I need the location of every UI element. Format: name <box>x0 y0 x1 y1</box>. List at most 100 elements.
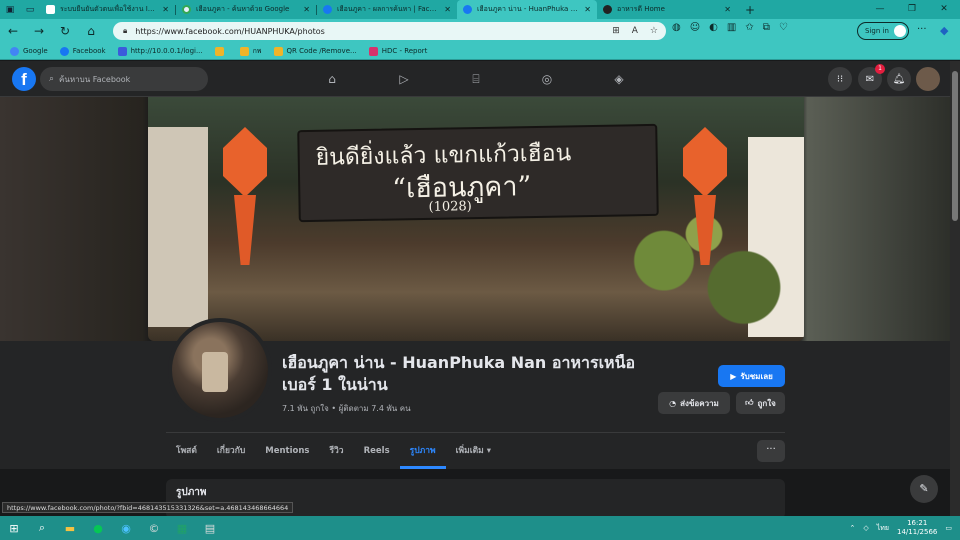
close-icon[interactable]: ✕ <box>724 5 731 14</box>
tab-about[interactable]: เกี่ยวกับ <box>207 433 255 469</box>
input-language[interactable]: ไทย <box>877 523 889 534</box>
menu-grid-icon[interactable]: ⁝⁝ <box>828 67 852 91</box>
refresh-icon[interactable]: ↻ <box>52 24 78 38</box>
favorites-icon[interactable]: ✩ <box>745 22 753 33</box>
facebook-search-input[interactable]: ⌕ ค้นหาบน Facebook <box>40 67 208 91</box>
bookmark-google[interactable]: Google <box>10 46 48 56</box>
system-clock[interactable]: 16:21 14/11/2566 <box>897 519 937 537</box>
notifications-icon[interactable]: ▭ <box>945 524 952 532</box>
close-icon[interactable]: ✕ <box>584 5 591 14</box>
browser-tab-label: เฮือนภูคา - ผลการค้นหา | Facebook <box>337 5 439 13</box>
browser-tab-label: เฮือนภูคา น่าน - HuanPhuka Nan อาหาร <box>477 5 579 13</box>
scrollbar-thumb[interactable] <box>952 71 958 221</box>
tab-photos[interactable]: รูปภาพ <box>399 433 446 469</box>
bookmark-hdc[interactable]: HDC - Report <box>368 46 428 56</box>
nav-watch-icon[interactable]: ▷ <box>368 61 440 97</box>
close-icon[interactable]: ✕ <box>444 5 451 14</box>
favorite-star-icon[interactable]: ☆ <box>650 26 658 36</box>
back-icon[interactable]: ← <box>0 24 26 38</box>
facebook-logo[interactable]: f <box>12 67 36 91</box>
browser-tab-5[interactable]: อาหารดี Home ✕ <box>597 0 737 19</box>
nav-marketplace-icon[interactable]: ⌸ <box>440 61 512 97</box>
bookmark-login[interactable]: http://10.0.0.1/logi... <box>117 46 203 56</box>
browser-tab-3[interactable]: เฮือนภูคา - ผลการค้นหา | Facebook ✕ <box>317 0 457 19</box>
windows-start-icon[interactable]: ⊞ <box>3 519 25 537</box>
page-title: เฮือนภูคา น่าน - HuanPhuka Nan อาหารเหนื… <box>282 353 636 394</box>
collections-icon[interactable]: ⧉ <box>763 22 770 33</box>
bookmark-label: HDC - Report <box>381 47 428 55</box>
app-c-icon[interactable]: © <box>143 519 165 537</box>
browser-tab-4-active[interactable]: เฮือนภูคา น่าน - HuanPhuka Nan อาหาร ✕ <box>457 0 597 19</box>
tab-posts[interactable]: โพสต์ <box>166 433 207 469</box>
watch-now-button[interactable]: ▶ รับชมเลย <box>718 365 785 387</box>
tab-reels[interactable]: Reels <box>354 433 400 469</box>
close-icon[interactable]: ✕ <box>162 5 169 14</box>
page-profile-picture[interactable] <box>168 318 272 422</box>
line-app-icon[interactable]: ● <box>87 519 109 537</box>
folder-icon <box>214 46 224 56</box>
new-message-edit-icon[interactable]: ✎ <box>910 475 938 503</box>
bookmark-folder[interactable]: กพ <box>239 46 262 57</box>
page-stats[interactable]: 7.1 พัน ถูกใจ • ผู้ติดตาม 7.4 พัน คน <box>282 402 411 415</box>
tab-mentions[interactable]: Mentions <box>255 433 319 469</box>
nav-home-icon[interactable]: ⌂ <box>296 61 368 97</box>
bookmark-label: QR Code /Remove... <box>286 47 357 55</box>
browser-tab-label: เฮือนภูคา - ค้นหาด้วย Google <box>196 5 290 13</box>
sign-in-button[interactable]: Sign in <box>857 22 909 40</box>
account-avatar[interactable] <box>916 67 940 91</box>
edge-browser-icon[interactable]: ◉ <box>115 519 137 537</box>
excel-icon[interactable]: ▦ <box>171 519 193 537</box>
cover-photo[interactable]: ยินดียิ่งแล้ว แขกแก้วเฮือน “เฮือนภูคา” (… <box>148 97 804 341</box>
apps-icon[interactable]: ⊞ <box>612 26 620 36</box>
like-button[interactable]: 👍︎ ถูกใจ <box>736 392 785 414</box>
sign-line-3: (1028) <box>428 199 472 215</box>
extension-icon[interactable]: ☺ <box>690 22 700 33</box>
bookmark-folder-qr[interactable]: QR Code /Remove... <box>273 46 357 56</box>
nav-groups-icon[interactable]: ◎ <box>511 61 583 97</box>
close-window-icon[interactable]: ✕ <box>928 0 960 19</box>
split-screen-icon[interactable]: ▥ <box>727 22 736 33</box>
tab-more[interactable]: เพิ่มเติม ▾ <box>446 433 501 469</box>
system-tray: ⌃ ◇ ไทย 16:21 14/11/2566 ▭ <box>850 516 953 540</box>
extension-icon[interactable]: ◍ <box>672 22 681 33</box>
bookmark-label: http://10.0.0.1/logi... <box>130 47 203 55</box>
tray-overflow-icon[interactable]: ⌃ <box>850 524 856 532</box>
tab-reviews[interactable]: รีวิว <box>319 433 353 469</box>
extension-icon[interactable]: ◐ <box>709 22 718 33</box>
read-aloud-icon[interactable]: A <box>632 26 638 36</box>
bookmark-label: กพ <box>252 46 262 55</box>
notifications-bell-icon[interactable]: 🔔︎ <box>887 67 911 91</box>
browser-tab-2[interactable]: เฮือนภูคา - ค้นหาด้วย Google ✕ <box>176 0 316 19</box>
messenger-icon[interactable]: ✉ 1 <box>858 64 885 91</box>
browser-tab-1[interactable]: ระบบยืนยันตัวตนเพื่อใช้งาน Internet ✕ <box>40 0 175 19</box>
send-message-button[interactable]: ◔ ส่งข้อความ <box>658 392 730 414</box>
forward-icon[interactable]: → <box>26 24 52 38</box>
tab-actions-icon[interactable]: ▭ <box>24 4 36 16</box>
search-icon[interactable]: ⌕ <box>31 519 53 537</box>
close-icon[interactable]: ✕ <box>303 5 310 14</box>
address-bar[interactable]: 🔒︎ https://www.facebook.com/HUANPHUKA/ph… <box>113 22 666 40</box>
google-favicon-icon <box>182 5 191 14</box>
bookmark-folder[interactable] <box>214 46 228 56</box>
restore-icon[interactable]: ❐ <box>896 0 928 19</box>
cover-wall-left <box>148 127 208 327</box>
workspaces-icon[interactable]: ▣ <box>4 4 16 16</box>
minimize-icon[interactable]: — <box>864 0 896 19</box>
copilot-icon[interactable]: ◆ <box>940 24 948 37</box>
page-scrollbar[interactable] <box>950 61 960 516</box>
network-icon[interactable]: ◇ <box>863 524 868 532</box>
more-options-button[interactable]: ··· <box>757 440 785 462</box>
lock-icon[interactable]: 🔒︎ <box>123 26 127 36</box>
clock-date: 14/11/2566 <box>897 528 938 536</box>
play-icon: ▶ <box>730 371 737 381</box>
nav-gaming-icon[interactable]: ◈ <box>583 61 655 97</box>
file-explorer-icon[interactable]: ▬ <box>59 519 81 537</box>
new-tab-icon[interactable]: + <box>745 3 755 17</box>
thumbs-up-icon: 👍︎ <box>745 398 754 407</box>
bookmark-facebook[interactable]: Facebook <box>59 46 106 56</box>
app-window-icon[interactable]: ▤ <box>199 519 221 537</box>
more-menu-icon[interactable]: ··· <box>917 24 927 35</box>
browser-essentials-icon[interactable]: ♡ <box>779 22 788 33</box>
home-icon[interactable]: ⌂ <box>78 24 104 38</box>
facebook-favicon-icon <box>463 5 472 14</box>
